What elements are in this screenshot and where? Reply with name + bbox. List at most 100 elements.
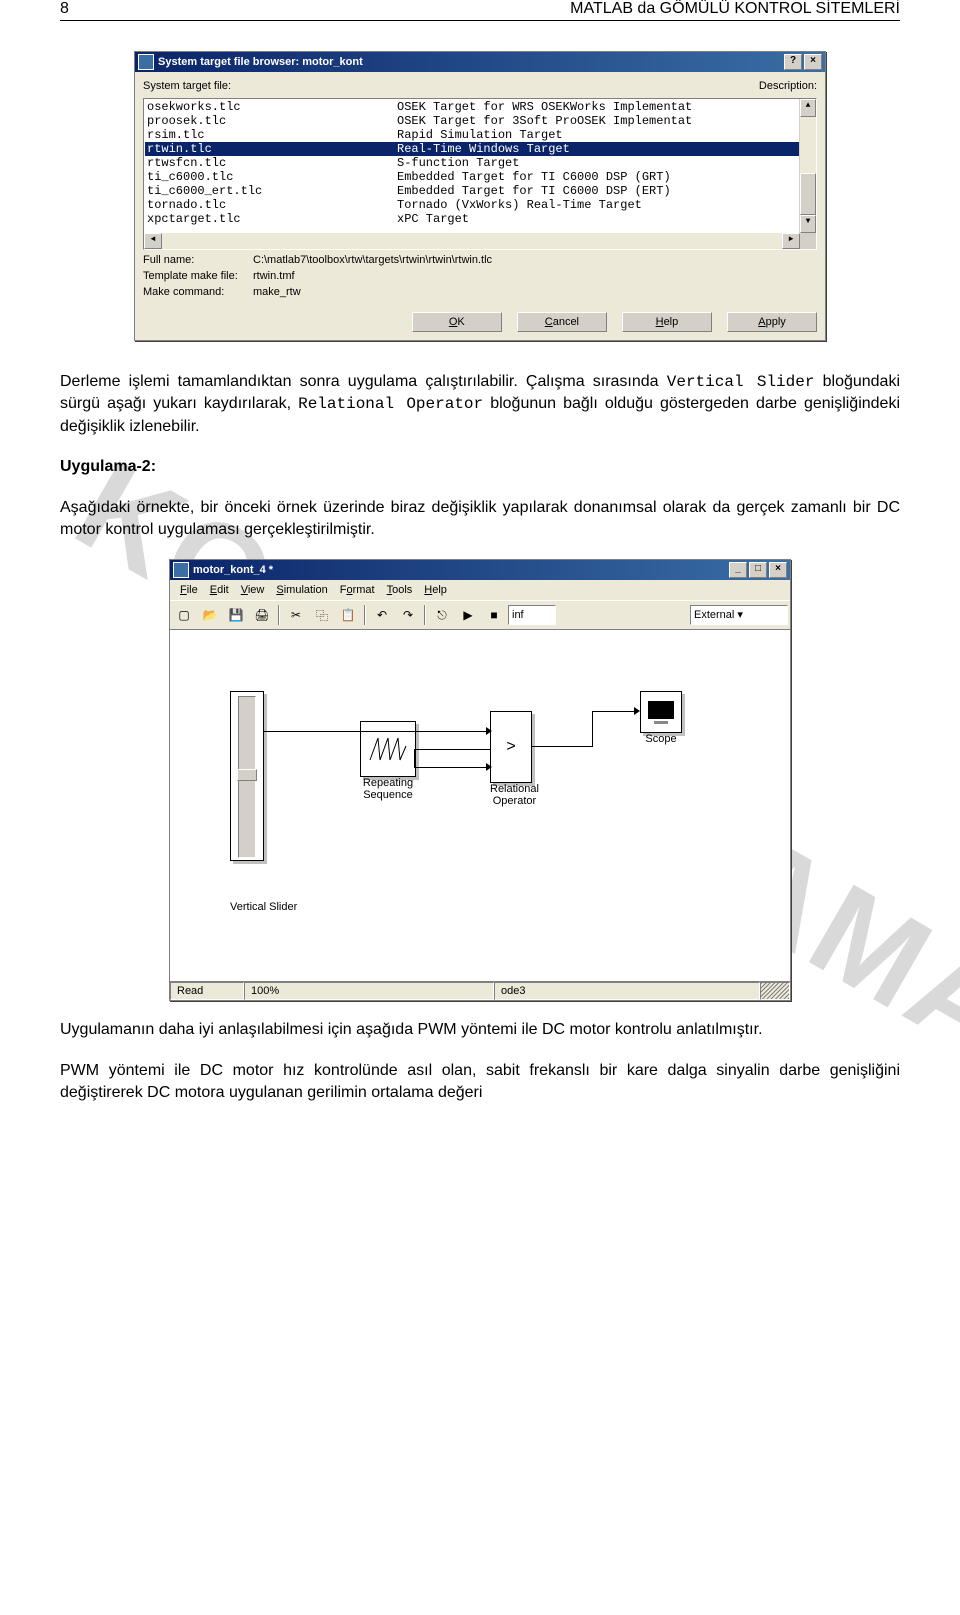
block-label: Vertical Slider [230,901,297,913]
vertical-scrollbar[interactable]: ▲ ▼ [799,99,816,233]
model-title: motor_kont_4 * [193,564,273,576]
list-item-file: osekworks.tlc [147,100,397,114]
status-ready: Read [170,982,244,1000]
list-item-file: proosek.tlc [147,114,397,128]
page-title: MATLAB da GÖMÜLÜ KONTROL SİTEMLERİ [570,0,900,18]
menu-tools[interactable]: Tools [381,582,419,598]
relational-operator-ref: Relational Operator [298,395,483,413]
paragraph-4: PWM yöntemi ile DC motor hız kontrolünde… [60,1060,900,1105]
titlebar: System target file browser: motor_kont ?… [135,52,825,72]
simulink-window: motor_kont_4 * _ □ × File Edit View Simu… [169,559,791,1001]
list-item-desc: Tornado (VxWorks) Real-Time Target [397,198,813,212]
list-item-desc: Rapid Simulation Target [397,128,813,142]
list-item-file: tornado.tlc [147,198,397,212]
stop-time-field[interactable]: inf [508,605,556,625]
menu-simulation[interactable]: Simulation [270,582,333,598]
connect-icon[interactable]: ⎋ [430,603,454,627]
simulation-mode-dropdown[interactable]: External ▾ [690,605,788,625]
page-number: 8 [60,0,69,18]
scope-icon [646,699,676,725]
tmf-value: rtwin.tmf [253,270,295,282]
vertical-slider-block[interactable]: Vertical Slider [230,691,297,913]
description-label: Description: [759,80,817,92]
list-item-desc: Embedded Target for TI C6000 DSP (ERT) [397,184,813,198]
paragraph-1: Derleme işlemi tamamlandıktan sonra uygu… [60,371,900,438]
resize-grip-icon[interactable] [760,982,790,1000]
list-item-file: ti_c6000_ert.tlc [147,184,397,198]
list-item-file: ti_c6000.tlc [147,170,397,184]
page-header: 8 MATLAB da GÖMÜLÜ KONTROL SİTEMLERİ [60,0,900,21]
scroll-up-icon[interactable]: ▲ [800,99,816,117]
fullname-label: Full name: [143,254,253,266]
target-listbox[interactable]: osekworks.tlcOSEK Target for WRS OSEKWor… [143,98,817,250]
ok-button[interactable]: OK [412,312,502,332]
block-label: Scope [640,733,682,745]
block-label: Repeating Sequence [360,777,416,801]
toolbar: ▢ 📂 💾 🖨 ✂ ⿻ 📋 ↶ ↷ ⎋ ▶ ■ inf External ▾ [170,600,790,630]
window-icon [138,54,154,70]
menu-edit[interactable]: Edit [204,582,235,598]
scope-block[interactable]: Scope [640,691,682,745]
status-solver: ode3 [494,982,760,1000]
horizontal-scrollbar[interactable]: ◄ ► [144,233,816,249]
menu-format[interactable]: Format [334,582,381,598]
print-icon[interactable]: 🖨 [250,603,274,627]
cut-icon[interactable]: ✂ [284,603,308,627]
list-item-desc: Real-Time Windows Target [397,142,813,156]
model-canvas[interactable]: Vertical Slider Repeating Sequence > Rel… [170,630,790,981]
scroll-left-icon[interactable]: ◄ [144,233,162,249]
fullname-value: C:\matlab7\toolbox\rtw\targets\rtwin\rtw… [253,254,492,266]
menu-view[interactable]: View [235,582,271,598]
list-item-file: rsim.tlc [147,128,397,142]
system-target-file-label: System target file: [143,80,231,92]
list-item-desc: S-function Target [397,156,813,170]
list-item-desc: OSEK Target for WRS OSEKWorks Implementa… [397,100,813,114]
help-icon[interactable]: ? [784,54,802,70]
relational-operator-block[interactable]: > Relational Operator [490,711,539,807]
tmf-label: Template make file: [143,270,253,282]
close-icon[interactable]: × [804,54,822,70]
copy-icon[interactable]: ⿻ [310,603,334,627]
run-icon[interactable]: ▶ [456,603,480,627]
scroll-thumb[interactable] [800,173,816,215]
menubar: File Edit View Simulation Format Tools H… [170,580,790,600]
block-label: Relational Operator [490,783,539,807]
help-button[interactable]: Help [622,312,712,332]
open-icon[interactable]: 📂 [198,603,222,627]
simulink-icon [173,562,189,578]
paragraph-3: Uygulamanın daha iyi anlaşılabilmesi içi… [60,1019,900,1041]
minimize-icon[interactable]: _ [729,562,747,578]
paragraph-2: Aşağıdaki örnekte, bir önceki örnek üzer… [60,497,900,542]
scroll-right-icon[interactable]: ► [782,233,800,249]
list-item-file: rtwsfcn.tlc [147,156,397,170]
section-heading: Uygulama-2: [60,456,900,478]
list-item-file: xpctarget.tlc [147,212,397,226]
repeating-sequence-block[interactable]: Repeating Sequence [360,721,416,801]
paste-icon[interactable]: 📋 [336,603,360,627]
list-item-desc: Embedded Target for TI C6000 DSP (GRT) [397,170,813,184]
menu-file[interactable]: File [174,582,204,598]
titlebar: motor_kont_4 * _ □ × [170,560,790,580]
target-browser-dialog: System target file browser: motor_kont ?… [134,51,826,341]
vertical-slider-ref: Vertical Slider [667,373,815,391]
menu-help[interactable]: Help [418,582,453,598]
undo-icon[interactable]: ↶ [370,603,394,627]
status-progress: 100% [244,982,494,1000]
list-item-desc: OSEK Target for 3Soft ProOSEK Implementa… [397,114,813,128]
dialog-title: System target file browser: motor_kont [158,56,363,68]
close-icon[interactable]: × [769,562,787,578]
save-icon[interactable]: 💾 [224,603,248,627]
scroll-down-icon[interactable]: ▼ [800,215,816,233]
maximize-icon[interactable]: □ [749,562,767,578]
sawtooth-icon [368,734,408,764]
status-bar: Read 100% ode3 [170,981,790,1000]
make-label: Make command: [143,286,253,298]
redo-icon[interactable]: ↷ [396,603,420,627]
cancel-button[interactable]: Cancel [517,312,607,332]
apply-button[interactable]: Apply [727,312,817,332]
new-icon[interactable]: ▢ [172,603,196,627]
list-item-desc: xPC Target [397,212,813,226]
stop-icon[interactable]: ■ [482,603,506,627]
make-value: make_rtw [253,286,301,298]
list-item-file: rtwin.tlc [147,142,397,156]
